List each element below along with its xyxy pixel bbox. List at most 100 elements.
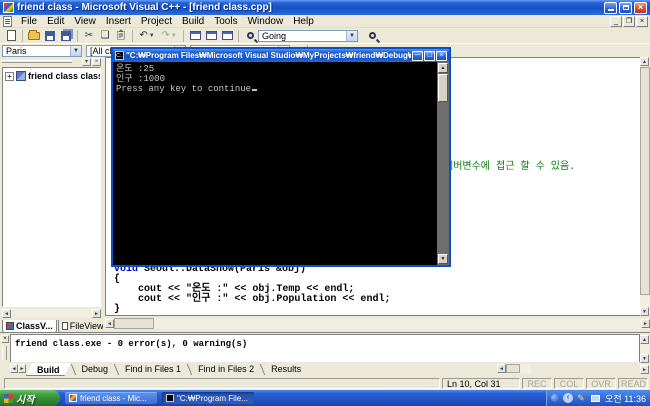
tree-root-row[interactable]: + friend class classes <box>5 71 100 81</box>
editor-vscroll-thumb[interactable] <box>640 67 650 295</box>
query-button[interactable] <box>364 29 380 43</box>
scroll-down-icon[interactable]: ▼ <box>640 307 649 316</box>
workspace-hscrollbar[interactable]: ◄ ► <box>2 309 101 318</box>
copy-button[interactable]: ❏ <box>97 29 113 43</box>
menu-build[interactable]: Build <box>177 15 209 28</box>
editor-vscrollbar[interactable]: ▲ ▼ <box>640 57 650 316</box>
hide-icons-chevron-icon[interactable]: ‹ <box>563 393 573 403</box>
menu-view[interactable]: View <box>69 15 101 28</box>
scroll-up-icon[interactable]: ▲ <box>438 63 448 73</box>
editor-hscroll-thumb[interactable] <box>114 318 154 329</box>
vc-app-icon <box>3 2 14 13</box>
output-vscrollbar[interactable]: ▲ ▼ ► <box>640 334 649 374</box>
desktop: friend class - Microsoft Visual C++ - [f… <box>0 0 650 406</box>
tray-monitor-icon[interactable] <box>591 395 600 402</box>
redo-button[interactable]: ↷▼ <box>158 29 180 43</box>
minimize-button[interactable] <box>604 2 617 14</box>
scroll-left-icon[interactable]: ◄ <box>497 364 506 373</box>
taskbar-item-console[interactable]: "C:₩Program File... <box>162 392 254 404</box>
menu-window[interactable]: Window <box>243 15 289 28</box>
tab-build[interactable]: Build <box>26 363 71 376</box>
chevron-down-icon: ▼ <box>149 33 155 39</box>
cut-button[interactable]: ✂ <box>81 29 97 43</box>
menubar: File Edit View Insert Project Build Tool… <box>0 15 650 28</box>
scroll-down-icon[interactable]: ▼ <box>438 254 448 264</box>
paste-button[interactable]: 📋︎ <box>113 29 129 43</box>
minimize-icon <box>608 9 614 11</box>
close-button[interactable]: × <box>634 2 647 14</box>
output-close-button[interactable]: × <box>1 335 9 343</box>
menu-file[interactable]: File <box>16 15 42 28</box>
editor-hscrollbar[interactable]: ◄ ► <box>105 318 650 329</box>
workspace-view-button[interactable] <box>187 29 203 43</box>
tab-scroll-left-icon[interactable]: ◄ <box>10 364 18 373</box>
chevron-down-icon[interactable]: ▼ <box>346 31 357 41</box>
menu-edit[interactable]: Edit <box>42 15 69 28</box>
console-minimize-button[interactable]: － <box>412 51 423 61</box>
class-combo-value: Paris <box>6 46 27 56</box>
console-line-1: 온도 :25 <box>116 64 154 74</box>
console-vscrollbar[interactable]: ▲ ▼ <box>437 62 449 265</box>
tab-scroll-right-icon[interactable]: ► <box>18 364 26 373</box>
indicator-ovr: OVR <box>586 378 616 389</box>
scroll-down-icon[interactable]: ▼ <box>640 354 649 363</box>
output-window: × friend class.exe - 0 error(s), 0 warni… <box>0 332 650 376</box>
scroll-up-icon[interactable]: ▲ <box>640 335 649 344</box>
window-list-button[interactable] <box>219 29 235 43</box>
output-hscrollbar[interactable]: ◄ <box>497 364 531 374</box>
console-output[interactable]: 온도 :25 인구 :1000 Press any key to continu… <box>113 62 437 265</box>
mdi-close-button[interactable]: × <box>636 16 648 27</box>
save-all-button[interactable] <box>58 29 74 43</box>
menu-insert[interactable]: Insert <box>101 15 136 28</box>
classview-tree[interactable]: + friend class classes <box>2 67 101 307</box>
system-tray: ‹ ✎ 오전 11:36 <box>546 390 650 406</box>
find-in-files-button[interactable] <box>242 29 258 43</box>
tab-find-in-files-2[interactable]: Find in Files 2 <box>192 363 260 376</box>
tab-results[interactable]: Results <box>265 363 307 376</box>
indicator-rec: REC <box>522 378 552 389</box>
output-text-area[interactable]: friend class.exe - 0 error(s), 0 warning… <box>10 334 640 362</box>
ime-pen-icon[interactable]: ✎ <box>577 393 587 403</box>
scroll-up-icon[interactable]: ▲ <box>640 57 649 66</box>
toolbar-separator <box>132 30 133 42</box>
menu-help[interactable]: Help <box>288 15 319 28</box>
class-combo[interactable]: Paris ▼ <box>2 45 82 57</box>
console-titlebar[interactable]: C:. "C:₩Program Files₩Microsoft Visual S… <box>113 49 449 62</box>
scroll-left-icon[interactable]: ◄ <box>105 319 114 328</box>
taskbar-item-vc[interactable]: friend class - Mic... <box>65 392 157 404</box>
panel-pin-button[interactable]: ▾ <box>82 58 91 66</box>
output-gripper[interactable] <box>2 346 7 360</box>
scroll-right-icon[interactable]: ► <box>92 309 101 318</box>
ime-indicator-icon[interactable] <box>551 394 559 402</box>
menu-tools[interactable]: Tools <box>209 15 242 28</box>
menu-project[interactable]: Project <box>136 15 177 28</box>
console-window[interactable]: C:. "C:₩Program Files₩Microsoft Visual S… <box>111 47 451 267</box>
scroll-right-icon[interactable]: ► <box>641 319 650 328</box>
mdi-minimize-button[interactable]: _ <box>610 16 622 27</box>
new-file-button[interactable] <box>3 29 19 43</box>
scroll-right-icon[interactable]: ► <box>640 365 649 374</box>
main-titlebar[interactable]: friend class - Microsoft Visual C++ - [f… <box>0 0 650 15</box>
save-button[interactable] <box>42 29 58 43</box>
output-window-icon <box>206 31 217 40</box>
console-vscroll-thumb[interactable] <box>438 74 448 102</box>
mdi-restore-button[interactable]: ❐ <box>623 16 635 27</box>
undo-button[interactable]: ↶▼ <box>136 29 158 43</box>
console-close-button[interactable]: × <box>436 51 447 61</box>
expand-plus-icon[interactable]: + <box>5 72 14 81</box>
toolbar-separator <box>22 30 23 42</box>
fileview-icon <box>62 322 68 330</box>
start-button[interactable]: 시작 <box>0 390 60 406</box>
output-hscroll-thumb[interactable] <box>506 364 520 373</box>
chevron-down-icon[interactable]: ▼ <box>70 46 81 56</box>
restore-button[interactable] <box>619 2 632 14</box>
find-combo[interactable]: Going ▼ <box>258 30 358 42</box>
console-maximize-button[interactable]: □ <box>424 51 435 61</box>
tab-find-in-files-1[interactable]: Find in Files 1 <box>119 363 187 376</box>
console-line-3: Press any key to continue <box>116 84 251 94</box>
tab-debug[interactable]: Debug <box>76 363 115 376</box>
panel-close-button[interactable]: × <box>92 58 101 66</box>
open-button[interactable] <box>26 29 42 43</box>
output-view-button[interactable] <box>203 29 219 43</box>
scroll-left-icon[interactable]: ◄ <box>2 309 11 318</box>
